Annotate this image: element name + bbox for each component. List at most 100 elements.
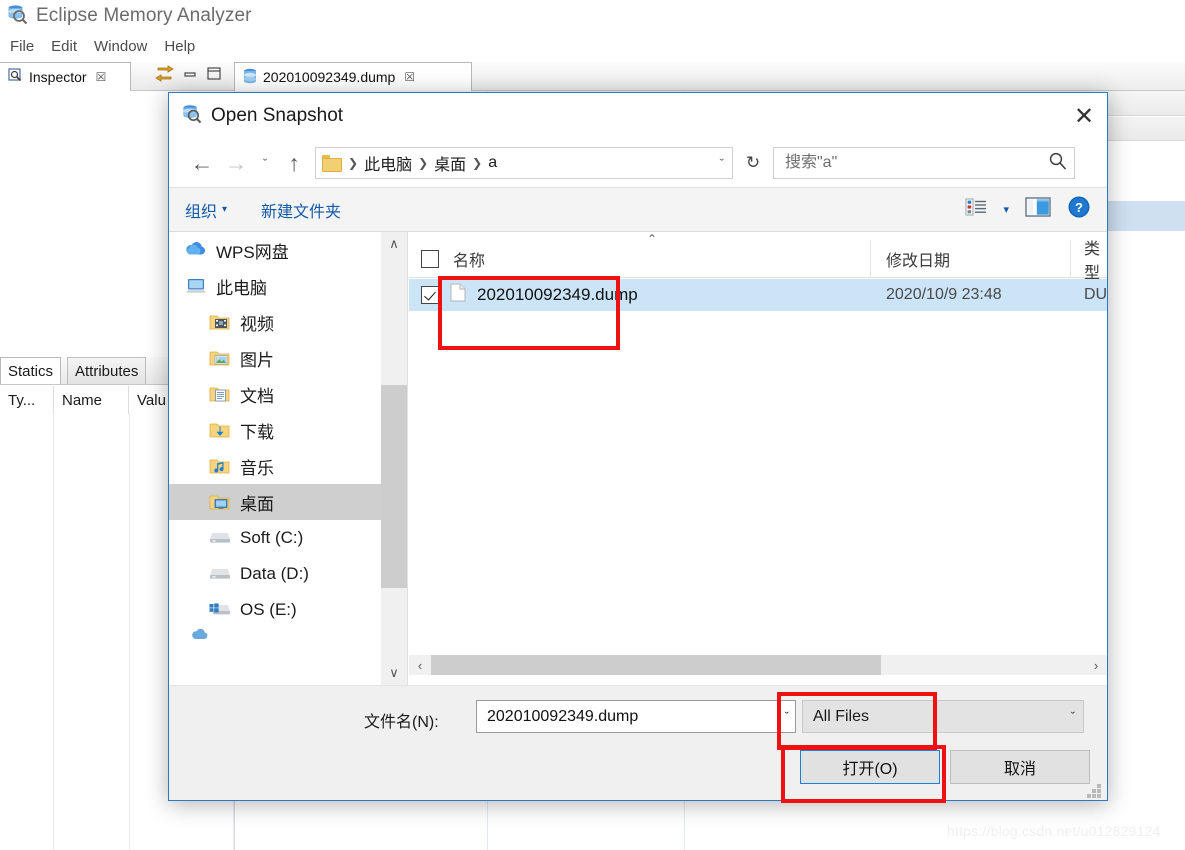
folder-documents-icon	[209, 385, 231, 404]
scrollbar-thumb[interactable]	[431, 655, 881, 675]
application-menubar: File Edit Window Help	[0, 33, 1185, 59]
maximize-view-icon[interactable]	[207, 67, 221, 85]
breadcrumb-separator: ❯	[418, 156, 429, 170]
tree-scrollbar[interactable]: ∧ ∨	[381, 232, 407, 685]
scrollbar-thumb[interactable]	[381, 385, 407, 588]
folder-videos-icon	[209, 313, 231, 332]
cloud-icon	[185, 241, 207, 260]
tab-attributes[interactable]: Attributes	[67, 357, 147, 385]
tree-item-os-e[interactable]: OS (E:)	[169, 592, 389, 628]
tree-item-this-pc[interactable]: 此电脑	[169, 268, 389, 304]
breadcrumb-separator: ❯	[472, 156, 483, 170]
file-type-filter-value: All Files	[813, 707, 870, 725]
tab-statics[interactable]: Statics	[0, 357, 62, 385]
application-titlebar: Eclipse Memory Analyzer	[0, 0, 1185, 32]
up-icon[interactable]: ↑	[277, 146, 311, 180]
tree-item-downloads[interactable]: 下载	[169, 412, 389, 448]
resize-grip-icon[interactable]	[1087, 784, 1101, 798]
close-icon[interactable]: ✕	[1061, 93, 1107, 139]
open-button[interactable]: 打开(O)	[800, 750, 940, 784]
cancel-button[interactable]: 取消	[950, 750, 1090, 784]
filename-label: 文件名(N):	[364, 714, 439, 731]
tree-item-label: 桌面	[240, 494, 274, 514]
breadcrumb[interactable]: ❯ 此电脑 ❯ 桌面 ❯ a ˇ	[315, 147, 733, 179]
search-box[interactable]	[773, 147, 1075, 179]
close-icon[interactable]: ☒	[96, 70, 107, 84]
navigation-tree: WPS网盘 此电脑 视频 图片 文档 下载 音乐 桌面 Soft (C:) Da…	[169, 232, 389, 685]
link-editor-icon[interactable]	[155, 65, 174, 87]
chevron-down-icon[interactable]: ˇ	[720, 156, 732, 171]
select-all-checkbox[interactable]	[421, 249, 439, 268]
file-row-name-cell[interactable]: 202010092349.dump	[409, 283, 871, 307]
filename-combobox[interactable]: ˇ	[476, 700, 796, 733]
tab-inspector[interactable]: Inspector ☒	[0, 62, 131, 91]
this-pc-icon	[185, 277, 207, 296]
refresh-icon[interactable]: ↻	[739, 147, 767, 179]
folder-desktop-icon	[209, 493, 231, 512]
column-header-modified[interactable]: 修改日期	[871, 239, 1071, 278]
breadcrumb-separator: ❯	[348, 156, 359, 170]
file-list: ⌃ 名称 修改日期 类型 202010092349.dump 2020/10/9…	[409, 232, 1107, 685]
tab-heap-dump[interactable]: 202010092349.dump ☒	[234, 62, 472, 91]
table-row[interactable]: 202010092349.dump 2020/10/9 23:48 DU	[409, 279, 1107, 311]
tree-item-videos[interactable]: 视频	[169, 304, 389, 340]
dialog-command-bar: 组织 ▾ 新建文件夹 ▾ ?	[169, 187, 1107, 232]
pane-splitter[interactable]	[407, 232, 408, 685]
scroll-down-icon[interactable]: ∨	[381, 661, 407, 685]
help-icon[interactable]: ?	[1067, 195, 1091, 224]
tree-item-wps-cloud[interactable]: WPS网盘	[169, 232, 389, 268]
tree-item-data-d[interactable]: Data (D:)	[169, 556, 389, 592]
cloud-icon	[191, 628, 213, 642]
file-checkbox[interactable]	[421, 286, 439, 304]
column-header-type[interactable]: 类型	[1071, 240, 1107, 282]
menu-help[interactable]: Help	[164, 38, 195, 55]
filename-input[interactable]	[485, 706, 785, 727]
drive-icon	[209, 565, 231, 584]
menu-edit[interactable]: Edit	[51, 38, 77, 55]
tree-item-music[interactable]: 音乐	[169, 448, 389, 484]
tree-item-documents[interactable]: 文档	[169, 376, 389, 412]
column-header-name[interactable]: 名称	[409, 239, 871, 278]
breadcrumb-item-a[interactable]: a	[485, 154, 500, 172]
scroll-left-icon[interactable]: ‹	[409, 655, 431, 675]
menu-file[interactable]: File	[10, 38, 34, 55]
scroll-right-icon[interactable]: ›	[1085, 655, 1107, 675]
chevron-down-icon[interactable]: ˇ	[1071, 709, 1075, 724]
view-toolbar	[131, 62, 231, 91]
recent-locations-icon[interactable]: ˇ	[253, 146, 277, 180]
preview-pane-icon[interactable]	[1025, 197, 1051, 222]
inspector-col-type[interactable]: Ty...	[0, 386, 54, 414]
tree-item-pictures[interactable]: 图片	[169, 340, 389, 376]
tree-item-label: WPS网盘	[216, 242, 289, 262]
tree-item-label: 文档	[240, 386, 274, 406]
chevron-down-icon[interactable]: ▾	[1003, 203, 1009, 216]
tab-heap-dump-label: 202010092349.dump	[263, 69, 396, 85]
menu-window[interactable]: Window	[94, 38, 147, 55]
windows-drive-icon	[209, 601, 231, 620]
close-icon[interactable]: ☒	[404, 70, 415, 84]
folder-icon	[322, 154, 342, 172]
search-icon[interactable]	[1048, 151, 1068, 176]
minimize-view-icon[interactable]	[184, 67, 197, 85]
organize-button[interactable]: 组织 ▾	[185, 198, 227, 222]
search-input[interactable]	[783, 153, 1048, 173]
file-list-horizontal-scrollbar[interactable]: ‹ ›	[409, 655, 1107, 675]
back-icon[interactable]: ←	[185, 146, 219, 180]
breadcrumb-item-desktop[interactable]: 桌面	[431, 151, 469, 175]
chevron-down-icon[interactable]: ˇ	[785, 709, 789, 724]
folder-pictures-icon	[209, 349, 231, 368]
tree-item-partial[interactable]	[169, 628, 389, 642]
view-list-icon[interactable]	[965, 198, 987, 221]
tree-item-soft-c[interactable]: Soft (C:)	[169, 520, 389, 556]
inspector-col-name[interactable]: Name	[54, 386, 129, 414]
svg-text:?: ?	[1075, 200, 1083, 215]
file-list-header: 名称 修改日期 类型	[409, 239, 1107, 282]
file-type-filter-select[interactable]: All Files ˇ	[802, 700, 1084, 733]
dialog-navigation-bar: ← → ˇ ↑ ❯ 此电脑 ❯ 桌面 ❯ a ˇ ↻	[169, 139, 1107, 187]
open-snapshot-icon	[181, 103, 202, 129]
scroll-up-icon[interactable]: ∧	[381, 232, 407, 256]
breadcrumb-item-this-pc[interactable]: 此电脑	[361, 151, 415, 175]
new-folder-button[interactable]: 新建文件夹	[261, 198, 341, 222]
tree-item-desktop[interactable]: 桌面	[169, 484, 389, 520]
inspector-column-divider	[53, 414, 54, 850]
